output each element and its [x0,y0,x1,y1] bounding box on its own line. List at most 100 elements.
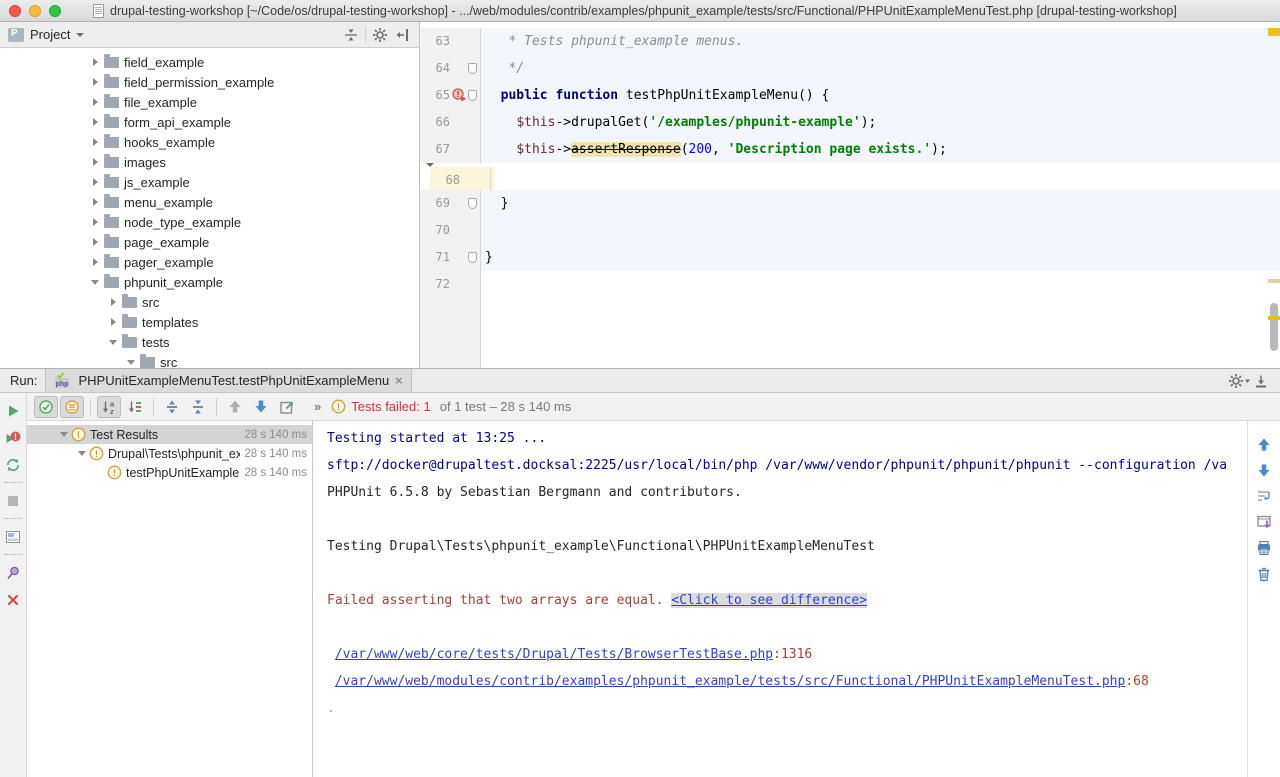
chevron-collapsed-icon[interactable] [106,298,120,306]
close-tab-icon[interactable]: × [395,374,403,387]
sort-by-duration-button[interactable] [123,396,147,418]
rerun-button[interactable] [0,397,26,424]
collapse-all-button[interactable] [186,396,210,418]
chevron-collapsed-icon[interactable] [88,258,102,266]
code-line[interactable]: } [481,190,1280,217]
tree-item-menu_example[interactable]: menu_example [0,192,419,212]
fold-marker-icon[interactable] [468,198,477,209]
code-line[interactable] [481,271,1280,298]
locate-button[interactable] [340,25,362,45]
close-window-button[interactable] [9,5,21,17]
print-button[interactable] [1256,535,1272,561]
tree-item-src[interactable]: src [0,292,419,312]
code-line[interactable]: $this->drupalGet('/examples/phpunit-exam… [481,109,1280,136]
code-line[interactable]: * Tests phpunit_example menus. [481,28,1280,55]
rerun-failed-tests-button[interactable]: ! [0,424,26,451]
fold-marker-icon[interactable] [468,90,477,101]
tree-item-field_permission_example[interactable]: field_permission_example [0,72,419,92]
test-tree-row[interactable]: !Test Results28 s 140 ms [27,425,312,444]
tree-item-tests[interactable]: tests [0,332,419,352]
code-line[interactable]: $this->assertResponse(200, 'Description … [481,136,1280,163]
test-tree-row[interactable]: !testPhpUnitExampleMe28 s 140 ms [27,463,312,482]
editor-scrollbar-thumb[interactable] [1270,303,1278,351]
chevron-expanded-icon[interactable] [106,340,120,345]
hide-panel-down-button[interactable] [1250,371,1272,391]
tree-item-hooks_example[interactable]: hooks_example [0,132,419,152]
clear-console-button[interactable] [1256,561,1272,587]
line-number: 63 [420,28,450,55]
project-icon [8,28,24,42]
show-passed-button[interactable] [34,396,58,418]
fold-marker-icon[interactable] [468,252,477,263]
run-failed-gutter-icon[interactable]: ! [452,88,467,102]
code-line[interactable]: } [481,244,1280,271]
code-line[interactable]: */ [481,55,1280,82]
run-configuration-tab[interactable]: php PHPUnitExampleMenuTest.testPhpUnitEx… [45,369,411,392]
tree-item-node_type_example[interactable]: node_type_example [0,212,419,232]
sort-alphabetically-button[interactable]: az [97,396,121,418]
tree-item-pager_example[interactable]: pager_example [0,252,419,272]
inspection-status-icon[interactable] [1268,28,1280,36]
down-stacktrace-button[interactable] [1257,457,1271,483]
tree-item-src[interactable]: src [0,352,419,368]
test-duration: 28 s 140 ms [244,429,307,441]
window-title: drupal-testing-workshop [~/Code/os/drupa… [110,4,1177,18]
chevron-collapsed-icon[interactable] [88,158,102,166]
previous-occurrence-button[interactable] [223,396,247,418]
code-editor[interactable]: 63 * Tests phpunit_example menus.64 */65… [420,22,1280,368]
chevron-expanded-icon[interactable] [88,280,102,285]
close-button[interactable] [0,586,26,613]
chevron-collapsed-icon[interactable] [88,58,102,66]
tree-item-field_example[interactable]: field_example [0,52,419,72]
chevron-collapsed-icon[interactable] [88,238,102,246]
toggle-auto-test-button[interactable] [0,451,26,478]
tree-item-templates[interactable]: templates [0,312,419,332]
console-file-link[interactable]: /var/www/web/modules/contrib/examples/ph… [335,674,1126,689]
test-tree-row[interactable]: !Drupal\Tests\phpunit_exa28 s 140 ms [27,444,312,463]
chevron-collapsed-icon[interactable] [88,78,102,86]
chevron-down-icon[interactable] [76,33,84,37]
export-test-results-button[interactable] [275,396,299,418]
code-line[interactable]: $this->assertEquals([1, 2], [3, 4]); [491,167,495,190]
tree-item-page_example[interactable]: page_example [0,232,419,252]
fold-marker-icon[interactable] [468,63,477,74]
chevron-collapsed-icon[interactable] [88,118,102,126]
chevron-expanded-icon[interactable] [124,360,138,365]
up-stacktrace-button[interactable] [1257,431,1271,457]
chevron-collapsed-icon[interactable] [88,198,102,206]
minimize-window-button[interactable] [29,5,41,17]
chevron-collapsed-icon[interactable] [88,178,102,186]
tree-item-file_example[interactable]: file_example [0,92,419,112]
expand-all-button[interactable] [160,396,184,418]
chevron-expanded-icon[interactable] [75,451,89,456]
editor-empty-area[interactable] [420,298,1280,368]
error-stripe-mark[interactable] [1268,279,1280,283]
code-line[interactable]: public function testPhpUnitExampleMenu()… [481,82,1280,109]
pin-tab-button[interactable] [0,559,26,586]
chevron-expanded-icon[interactable] [57,432,71,437]
settings-gear-caret-button[interactable] [1228,371,1250,391]
console-line: sftp://docker@drupaltest.docksal:2225/us… [327,452,1247,479]
tree-item-form_api_example[interactable]: form_api_example [0,112,419,132]
tree-item-images[interactable]: images [0,152,419,172]
code-line[interactable] [481,217,1280,244]
console-file-link[interactable]: /var/www/web/core/tests/Drupal/Tests/Bro… [335,647,773,662]
soft-wrap-button[interactable] [1256,483,1272,509]
tree-item-js_example[interactable]: js_example [0,172,419,192]
show-ignored-button[interactable] [60,396,84,418]
chevrons-more-icon[interactable]: » [314,399,321,414]
chevron-collapsed-icon[interactable] [106,318,120,326]
next-occurrence-button[interactable] [249,396,273,418]
stop-button[interactable] [0,487,26,514]
hide-panel-left-button[interactable] [391,25,413,45]
chevron-collapsed-icon[interactable] [88,218,102,226]
zoom-window-button[interactable] [49,5,61,17]
chevron-collapsed-icon[interactable] [88,138,102,146]
error-stripe-mark[interactable] [1268,316,1280,320]
import-test-results-button[interactable] [1256,509,1272,535]
tree-item-phpunit_example[interactable]: phpunit_example [0,272,419,292]
chevron-collapsed-icon[interactable] [88,98,102,106]
restore-layout-button[interactable] [0,523,26,550]
settings-gear-button[interactable] [369,25,391,45]
see-difference-link[interactable]: <Click to see difference> [671,593,867,608]
